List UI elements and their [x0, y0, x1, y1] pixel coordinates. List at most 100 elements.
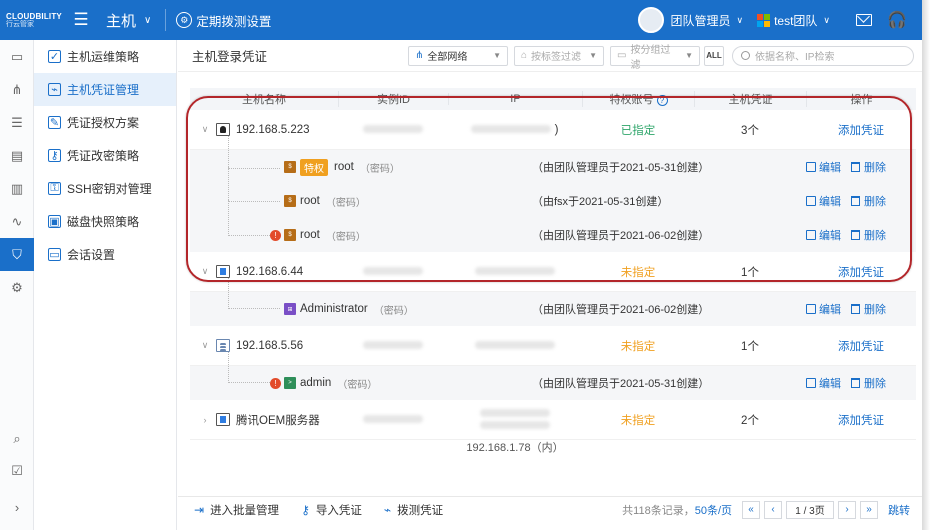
last-page-button[interactable]: » [860, 500, 878, 519]
linux-host-icon [216, 123, 230, 136]
edit-credential-button[interactable]: 编辑 [806, 227, 841, 243]
delete-label: 删除 [864, 230, 886, 242]
menu-item-host-ops-policy[interactable]: ✓ 主机运维策略 [34, 40, 176, 73]
credential-row: $ 特权 root （密码） （由团队管理员于2021-05-31创建） 编辑 … [190, 136, 916, 184]
account-name: root [334, 161, 354, 173]
key-edit-icon: ⚷ [48, 149, 61, 162]
import-credential-button[interactable]: ⚷ 导入凭证 [301, 502, 362, 518]
monitor-icon[interactable]: ▭ [0, 40, 34, 73]
column-header[interactable]: IP [448, 93, 582, 105]
batch-manage-button[interactable]: ⇥ 进入批量管理 [194, 502, 279, 518]
network-filter-select[interactable]: ⋔ 全部网络 ▼ [408, 45, 508, 66]
schedule-probe-label: 定期拨测设置 [196, 14, 272, 29]
edit-credential-button[interactable]: 编辑 [806, 301, 841, 317]
collapse-chevron-icon[interactable]: ∨ [198, 340, 212, 351]
column-header[interactable]: 主机凭证 [694, 91, 806, 107]
window-icon: ▭ [48, 248, 61, 261]
edit-credential-button[interactable]: 编辑 [806, 159, 841, 175]
chevron-down-icon: ∨ [736, 14, 744, 25]
team-switcher[interactable]: test团队 ∨ [774, 12, 830, 29]
credential-count: 1个 [741, 340, 759, 353]
credential-count: 1个 [741, 266, 759, 279]
first-page-button[interactable]: « [742, 500, 760, 519]
table-row[interactable]: ∨ 192.168.5.56 未指定 1个 添加凭证 [190, 326, 916, 366]
collapse-chevron-icon[interactable]: ∨ [198, 124, 212, 135]
expand-chevron-icon[interactable]: › [198, 415, 212, 425]
host-name: 192.168.6.44 [236, 265, 304, 278]
prev-page-button[interactable]: ‹ [764, 500, 782, 519]
delete-credential-button[interactable]: 删除 [851, 227, 886, 243]
column-header-label: 特权账号 [609, 94, 654, 106]
edit-credential-button[interactable]: 编辑 [806, 375, 841, 391]
credential-row: ! > admin （密码） （由团队管理员于2021-05-31创建） 编辑 … [190, 352, 916, 400]
search-input[interactable]: 依据名称、IP检索 [732, 45, 914, 66]
warning-icon[interactable]: ! [270, 229, 281, 241]
table-row[interactable]: ∨ 192.168.5.223 ) 已指定 3个 添加凭证 [190, 110, 916, 150]
collapse-chevron-icon[interactable]: ∨ [198, 266, 212, 277]
credential-name: $ 特权 root （密码） [284, 158, 400, 176]
menu-item-label: SSH密钥对管理 [67, 182, 152, 196]
next-page-button[interactable]: › [838, 500, 856, 519]
chevron-down-icon: ∨ [823, 14, 830, 25]
doc-edit-icon: ✎ [48, 116, 61, 129]
delete-credential-button[interactable]: 删除 [851, 375, 886, 391]
delete-label: 删除 [864, 196, 886, 208]
page-size-select[interactable]: 50条/页 [695, 502, 732, 518]
trash-icon [851, 162, 860, 172]
add-credential-link[interactable]: 添加凭证 [806, 338, 916, 354]
pagination: 共118条记录， 50条/页 « ‹ 1 / 3页 › » 跳转 [622, 500, 922, 519]
delete-credential-button[interactable]: 删除 [851, 193, 886, 209]
disk-icon: ▣ [48, 215, 61, 228]
account-name: root [300, 229, 320, 241]
module-switcher[interactable]: 主机 ∨ [106, 10, 151, 31]
clipboard-check-icon[interactable]: ▥ [0, 172, 34, 205]
group-filter-select[interactable]: ▭ 按分组过滤 ▼ [610, 45, 700, 71]
logo[interactable]: CLOUDBILITY 行云管家 [0, 0, 62, 40]
user-menu[interactable]: 团队管理员 ∨ [670, 12, 743, 29]
probe-credential-button[interactable]: ⌁ 拨测凭证 [384, 502, 443, 518]
edit-credential-button[interactable]: 编辑 [806, 193, 841, 209]
pulse-icon[interactable]: ∿ [0, 205, 34, 238]
table-row[interactable]: ∨ 192.168.6.44 未指定 1个 添加凭证 [190, 252, 916, 292]
task-check-icon[interactable]: ☑ [0, 456, 34, 486]
column-header[interactable]: 特权账号 ? [582, 91, 694, 107]
menu-item-credential-auth-plan[interactable]: ✎ 凭证授权方案 [34, 106, 176, 139]
add-credential-link[interactable]: 添加凭证 [806, 412, 916, 428]
delete-label: 删除 [864, 304, 886, 316]
column-header[interactable]: 主机名称 [190, 91, 338, 107]
menu-item-credential-rotate-policy[interactable]: ⚷ 凭证改密策略 [34, 139, 176, 172]
settings-icon[interactable]: ⚙ [0, 271, 34, 304]
privileged-status: 已指定 [620, 124, 656, 137]
menu-item-ssh-keypair[interactable]: ⚿ SSH密钥对管理 [34, 172, 176, 205]
ip-redacted [448, 408, 582, 432]
tag-filter-select[interactable]: ⌂ 按标签过滤 ▼ [514, 45, 604, 66]
trash-icon [851, 378, 860, 388]
help-icon[interactable]: ? [656, 94, 668, 106]
shield-gear-icon[interactable]: ⛉ [0, 238, 34, 271]
headset-icon[interactable]: 🎧 [887, 12, 907, 29]
topology-icon[interactable]: ⋔ [0, 73, 34, 106]
mail-icon[interactable] [856, 14, 872, 26]
add-credential-link[interactable]: 添加凭证 [806, 264, 916, 280]
expand-chevron-icon[interactable]: › [0, 492, 34, 522]
menu-item-host-credentials[interactable]: ⌁ 主机凭证管理 [34, 73, 176, 106]
search-icon[interactable]: ⌕ [0, 424, 34, 454]
avatar[interactable] [638, 7, 665, 33]
menu-item-disk-snapshot-policy[interactable]: ▣ 磁盘快照策略 [34, 205, 176, 238]
jump-page-button[interactable]: 跳转 [888, 502, 910, 518]
privileged-tag: 特权 [300, 158, 328, 176]
warning-icon[interactable]: ! [270, 377, 281, 389]
clipboard-icon[interactable]: ▤ [0, 139, 34, 172]
delete-credential-button[interactable]: 删除 [851, 159, 886, 175]
column-header[interactable]: 实例ID [338, 91, 448, 107]
table-row[interactable]: › 腾讯OEM服务器 未指定 2个 添加凭证 [190, 400, 916, 440]
all-toggle-button[interactable]: ALL [704, 45, 724, 66]
menu-item-session-settings[interactable]: ▭ 会话设置 [34, 238, 176, 271]
list-icon[interactable]: ☰ [0, 106, 34, 139]
schedule-probe-settings-button[interactable]: ⚙ 定期拨测设置 [176, 11, 271, 30]
delete-credential-button[interactable]: 删除 [851, 301, 886, 317]
hamburger-menu-icon[interactable]: ☰ [70, 9, 92, 31]
add-credential-link[interactable]: 添加凭证 [806, 122, 916, 138]
secondary-menu: ✓ 主机运维策略 ⌁ 主机凭证管理 ✎ 凭证授权方案 ⚷ 凭证改密策略 ⚿ SS… [34, 40, 177, 530]
column-header[interactable]: 操作 [806, 91, 916, 107]
